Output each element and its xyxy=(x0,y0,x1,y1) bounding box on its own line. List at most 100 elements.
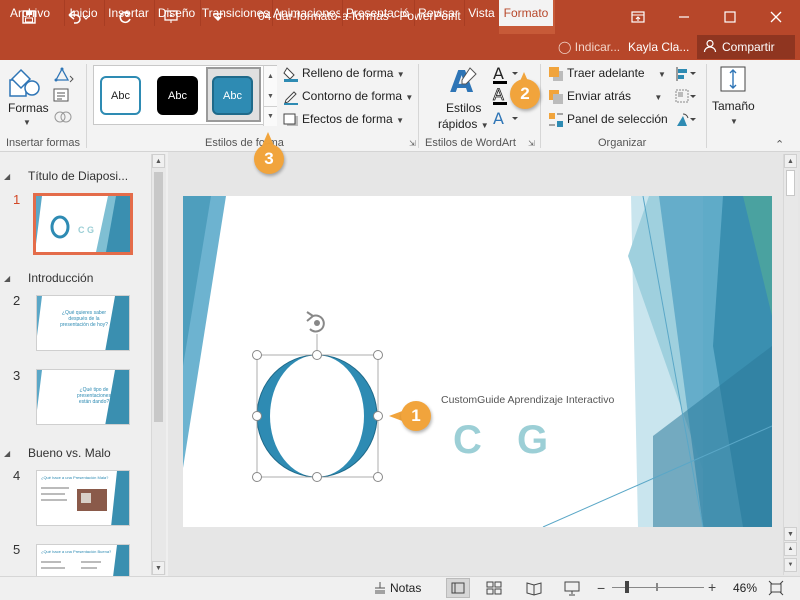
tell-me-search[interactable]: ◯ Indicar... xyxy=(558,34,620,60)
zoom-level[interactable]: 46% xyxy=(733,581,757,595)
selection-pane-button[interactable]: Panel de selección xyxy=(567,112,668,126)
zoom-slider-thumb[interactable] xyxy=(625,581,629,593)
shapes-button[interactable]: Formas xyxy=(8,101,49,115)
rotate-handle-icon[interactable] xyxy=(306,311,325,333)
slideshow-view-icon[interactable] xyxy=(564,580,580,596)
tab-vista[interactable]: Vista xyxy=(464,0,498,26)
next-slide-icon[interactable]: ▼ xyxy=(784,558,797,572)
notes-button[interactable]: Notas xyxy=(390,581,421,595)
fit-to-window-icon[interactable] xyxy=(768,580,784,596)
slide-sorter-icon[interactable] xyxy=(486,580,502,596)
shape-fill-button[interactable]: Relleno de forma ▼ xyxy=(302,66,405,80)
shapes-icon[interactable] xyxy=(8,66,42,100)
maximize-icon[interactable] xyxy=(710,0,750,34)
tab-inicio[interactable]: Inicio xyxy=(64,0,102,26)
normal-view-icon[interactable] xyxy=(446,578,470,598)
tab-transiciones[interactable]: Transiciones xyxy=(200,0,270,26)
slide-thumbnail-3[interactable]: ¿Qué tipo de presentaciones están dando? xyxy=(36,369,130,425)
resize-handle[interactable] xyxy=(252,472,262,482)
share-button[interactable]: Compartir xyxy=(697,35,795,59)
scroll-up-icon[interactable]: ▲ xyxy=(784,154,797,168)
send-backward-button[interactable]: Enviar atrás ▼ xyxy=(567,89,662,103)
tab-animaciones[interactable]: Animaciones xyxy=(272,0,340,26)
close-icon[interactable] xyxy=(756,0,796,34)
callout-3: 3 xyxy=(254,144,284,174)
wordart-a-icon[interactable]: A xyxy=(448,64,478,100)
size-button[interactable]: Tamaño xyxy=(712,99,755,113)
resize-handle[interactable] xyxy=(312,472,322,482)
slide-thumbnail-4[interactable]: ¿Qué hace a una Presentación Mala? xyxy=(36,470,130,526)
slide-thumbnail-1[interactable]: C G xyxy=(33,193,133,255)
ribbon-display-icon[interactable] xyxy=(618,0,658,34)
tab-presentacion[interactable]: Presentació xyxy=(342,0,412,26)
scroll-down-icon[interactable]: ▼ xyxy=(152,561,165,575)
align-icon[interactable] xyxy=(675,66,697,82)
gallery-down-icon[interactable]: ▼ xyxy=(263,86,277,106)
wordart-group-label: Estilos de WordArt xyxy=(425,137,516,149)
previous-slide-icon[interactable]: ▲ xyxy=(784,542,797,556)
text-effects-icon[interactable]: A xyxy=(492,108,522,130)
merge-shapes-icon[interactable] xyxy=(53,108,73,126)
scroll-up-icon[interactable]: ▲ xyxy=(152,154,165,168)
resize-handle[interactable] xyxy=(373,350,383,360)
resize-handle[interactable] xyxy=(373,411,383,421)
slide-thumbnail-2[interactable]: ¿Qué quieres saber después de la present… xyxy=(36,295,130,351)
scroll-thumb[interactable] xyxy=(154,172,163,422)
scroll-thumb[interactable] xyxy=(786,170,795,196)
shape-effects-icon xyxy=(283,112,299,128)
slide-logo-text[interactable]: C G xyxy=(453,418,560,463)
resize-handle[interactable] xyxy=(252,350,262,360)
tab-diseno[interactable]: Diseño xyxy=(154,0,198,26)
bring-forward-button[interactable]: Traer adelante ▼ xyxy=(567,66,666,80)
zoom-in-icon[interactable]: + xyxy=(708,579,716,595)
zoom-out-icon[interactable]: − xyxy=(597,580,605,596)
tab-revisar[interactable]: Revisar xyxy=(414,0,462,26)
shape-ring[interactable] xyxy=(256,354,378,478)
shape-outline-button[interactable]: Contorno de forma ▼ xyxy=(302,89,413,103)
shape-style-2[interactable]: Abc xyxy=(157,76,198,115)
resize-handle[interactable] xyxy=(252,411,262,421)
text-outline-icon[interactable]: A xyxy=(492,85,512,106)
size-dropdown-icon[interactable]: ▼ xyxy=(730,117,738,126)
scroll-down-icon[interactable]: ▼ xyxy=(784,527,797,541)
user-name[interactable]: Kayla Cla... xyxy=(628,34,689,60)
shape-effects-button[interactable]: Efectos de forma ▼ xyxy=(302,112,404,126)
dialog-launcher-icon[interactable]: ⇲ xyxy=(528,139,535,148)
selected-shape[interactable] xyxy=(245,308,395,488)
edit-shape-icon[interactable] xyxy=(53,66,75,84)
quick-styles-line1[interactable]: Estilos xyxy=(446,101,481,115)
minimize-icon[interactable] xyxy=(664,0,704,34)
tab-insertar[interactable]: Insertar xyxy=(104,0,152,26)
size-icon[interactable] xyxy=(718,64,748,94)
shapes-dropdown-icon[interactable]: ▼ xyxy=(23,118,31,127)
group-icon[interactable] xyxy=(675,89,697,105)
slide-subtitle[interactable]: CustomGuide Aprendizaje Interactivo xyxy=(441,394,614,406)
section-title[interactable]: Título de Diaposi... xyxy=(28,169,128,183)
ribbon-separator xyxy=(418,64,419,148)
shape-style-1[interactable]: Abc xyxy=(100,76,141,115)
editor-scrollbar[interactable]: ▲ ▼ ▲ ▼ xyxy=(783,154,798,575)
gallery-up-icon[interactable]: ▲ xyxy=(263,66,277,86)
collapse-section-icon[interactable]: ◢ xyxy=(4,172,10,181)
slide-thumbnail-5[interactable]: ¿Qué hace a una Presentación Buena? xyxy=(36,544,130,576)
chevron-down-icon: ▼ xyxy=(396,70,405,79)
slides-pane-scrollbar[interactable]: ▲ ▼ xyxy=(151,154,166,575)
reading-view-icon[interactable] xyxy=(526,580,542,596)
collapse-section-icon[interactable]: ◢ xyxy=(4,274,10,283)
shape-fill-label: Relleno de forma xyxy=(302,66,394,80)
section-intro[interactable]: Introducción xyxy=(28,271,93,285)
rotate-icon[interactable] xyxy=(675,112,697,128)
collapse-section-icon[interactable]: ◢ xyxy=(4,449,10,458)
section-good-vs-bad[interactable]: Bueno vs. Malo xyxy=(28,446,111,460)
person-icon xyxy=(703,39,717,56)
tab-archivo[interactable]: Archivo xyxy=(6,0,54,26)
quick-styles-button[interactable]: rápidos ▼ xyxy=(438,117,489,131)
resize-handle[interactable] xyxy=(312,350,322,360)
shape-style-3[interactable]: Abc xyxy=(212,76,253,115)
gallery-more-icon[interactable]: ▼ xyxy=(263,106,277,126)
dialog-launcher-icon[interactable]: ⇲ xyxy=(409,139,416,148)
tab-formato[interactable]: Formato xyxy=(499,0,553,26)
resize-handle[interactable] xyxy=(373,472,383,482)
text-box-icon[interactable] xyxy=(53,88,71,104)
collapse-ribbon-icon[interactable]: ⌃ xyxy=(775,138,784,151)
